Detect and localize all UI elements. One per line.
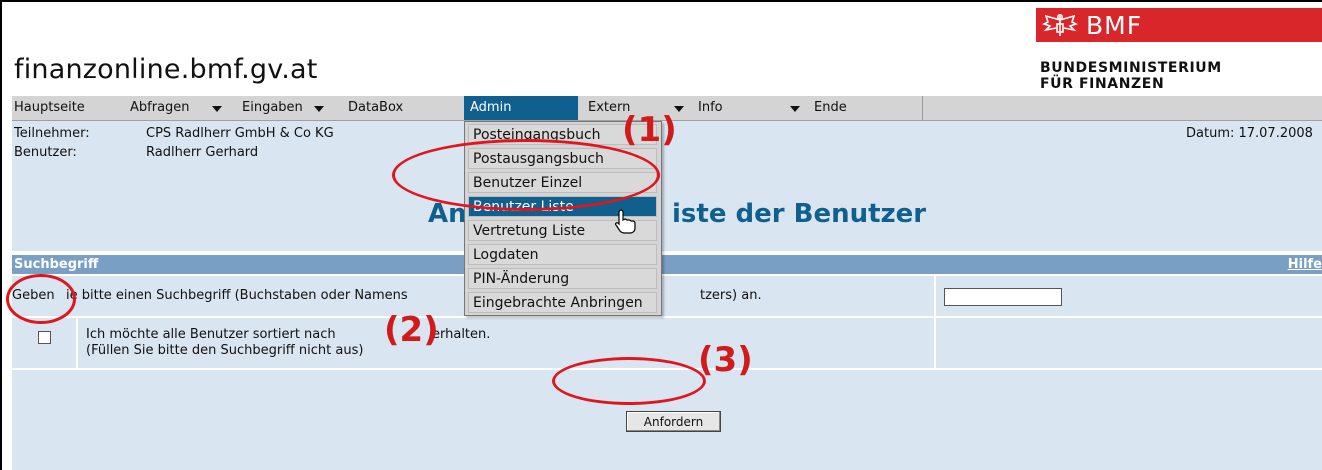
participant-label: Teilnehmer: [14,126,90,141]
checkbox-label-end: erhalten. [432,327,491,342]
search-prompt-middle: ie bitte einen Suchbegriff (Buchstaben o… [66,288,408,303]
menu-label: DataBox [348,100,404,115]
section-title: Suchbegriff [14,257,99,272]
page-heading-area: An iste der Benutzer [12,169,1322,251]
menu-item-eingaben[interactable]: Eingaben [242,96,340,120]
menu-item-abfragen[interactable]: Abfragen [130,96,242,120]
search-section-header: Suchbegriff Hilfe [12,255,1322,274]
checkbox-cell [12,318,78,368]
checkbox-hint: (Füllen Sie bitte den Suchbegriff nicht … [86,343,364,358]
sort-all-checkbox[interactable] [38,331,51,344]
site-title: finanzonline.bmf.gv.at [14,54,318,85]
cell-divider [934,276,936,316]
dropdown-item-pin-aenderung[interactable]: PIN-Änderung [468,268,657,289]
menu-label: Eingaben [242,100,303,115]
menu-item-admin[interactable]: Admin [464,96,578,120]
annotation-label-2: (2) [384,310,439,350]
logo-line-2: FÜR FINANZEN [1040,76,1165,92]
menu-label: Ende [814,100,847,115]
menu-label: Hauptseite [14,100,85,115]
annotation-ellipse-1 [392,139,660,211]
user-label: Benutzer: [14,145,77,160]
menu-label: Abfragen [130,100,190,115]
annotation-label-3: (3) [698,340,753,380]
menu-label: Admin [470,100,512,115]
participant-value: CPS Radlherr GmbH & Co KG [146,126,334,141]
dropdown-item-eingebrachte-anbringen[interactable]: Eingebrachte Anbringen [468,292,657,313]
menu-item-info[interactable]: Info [698,96,808,120]
menu-label: Info [698,100,723,115]
annotation-ellipse-3 [552,357,706,405]
search-prompt-end: tzers) an. [700,288,762,303]
user-value: Radlherr Gerhard [146,145,259,160]
chevron-down-icon [314,106,324,112]
eagle-icon [1042,13,1078,36]
page-title-end: iste der Benutzer [672,199,927,229]
menu-item-databox[interactable]: DataBox [348,96,460,120]
request-button[interactable]: Anfordern [626,411,721,432]
chevron-down-icon [212,106,222,112]
checkbox-label-start: Ich möchte alle Benutzer sortiert nach [86,327,336,342]
menu-item-hauptseite[interactable]: Hauptseite [14,96,124,120]
logo-abbreviation: BMF [1086,11,1143,40]
page-frame: finanzonline.bmf.gv.at BMF BUNDESMINISTE… [0,0,1322,470]
logo-line-1: BUNDESMINISTERIUM [1040,60,1222,76]
help-link[interactable]: Hilfe [1288,255,1322,274]
annotation-ellipse-2 [6,274,76,324]
search-input[interactable] [944,288,1062,306]
annotation-label-1: (1) [622,110,677,150]
cell-divider [934,318,936,368]
logo-bar [1036,8,1322,42]
menu-item-ende[interactable]: Ende [814,96,923,120]
date-display: Datum: 17.07.2008 [1186,126,1313,141]
hand-cursor-icon [615,209,636,234]
chevron-down-icon [790,106,800,112]
bmf-logo: BMF BUNDESMINISTERIUM FÜR FINANZEN [1036,8,1322,92]
search-term-row: Geben ie bitte einen Suchbegriff (Buchst… [12,276,1322,316]
dropdown-item-logdaten[interactable]: Logdaten [468,244,657,265]
